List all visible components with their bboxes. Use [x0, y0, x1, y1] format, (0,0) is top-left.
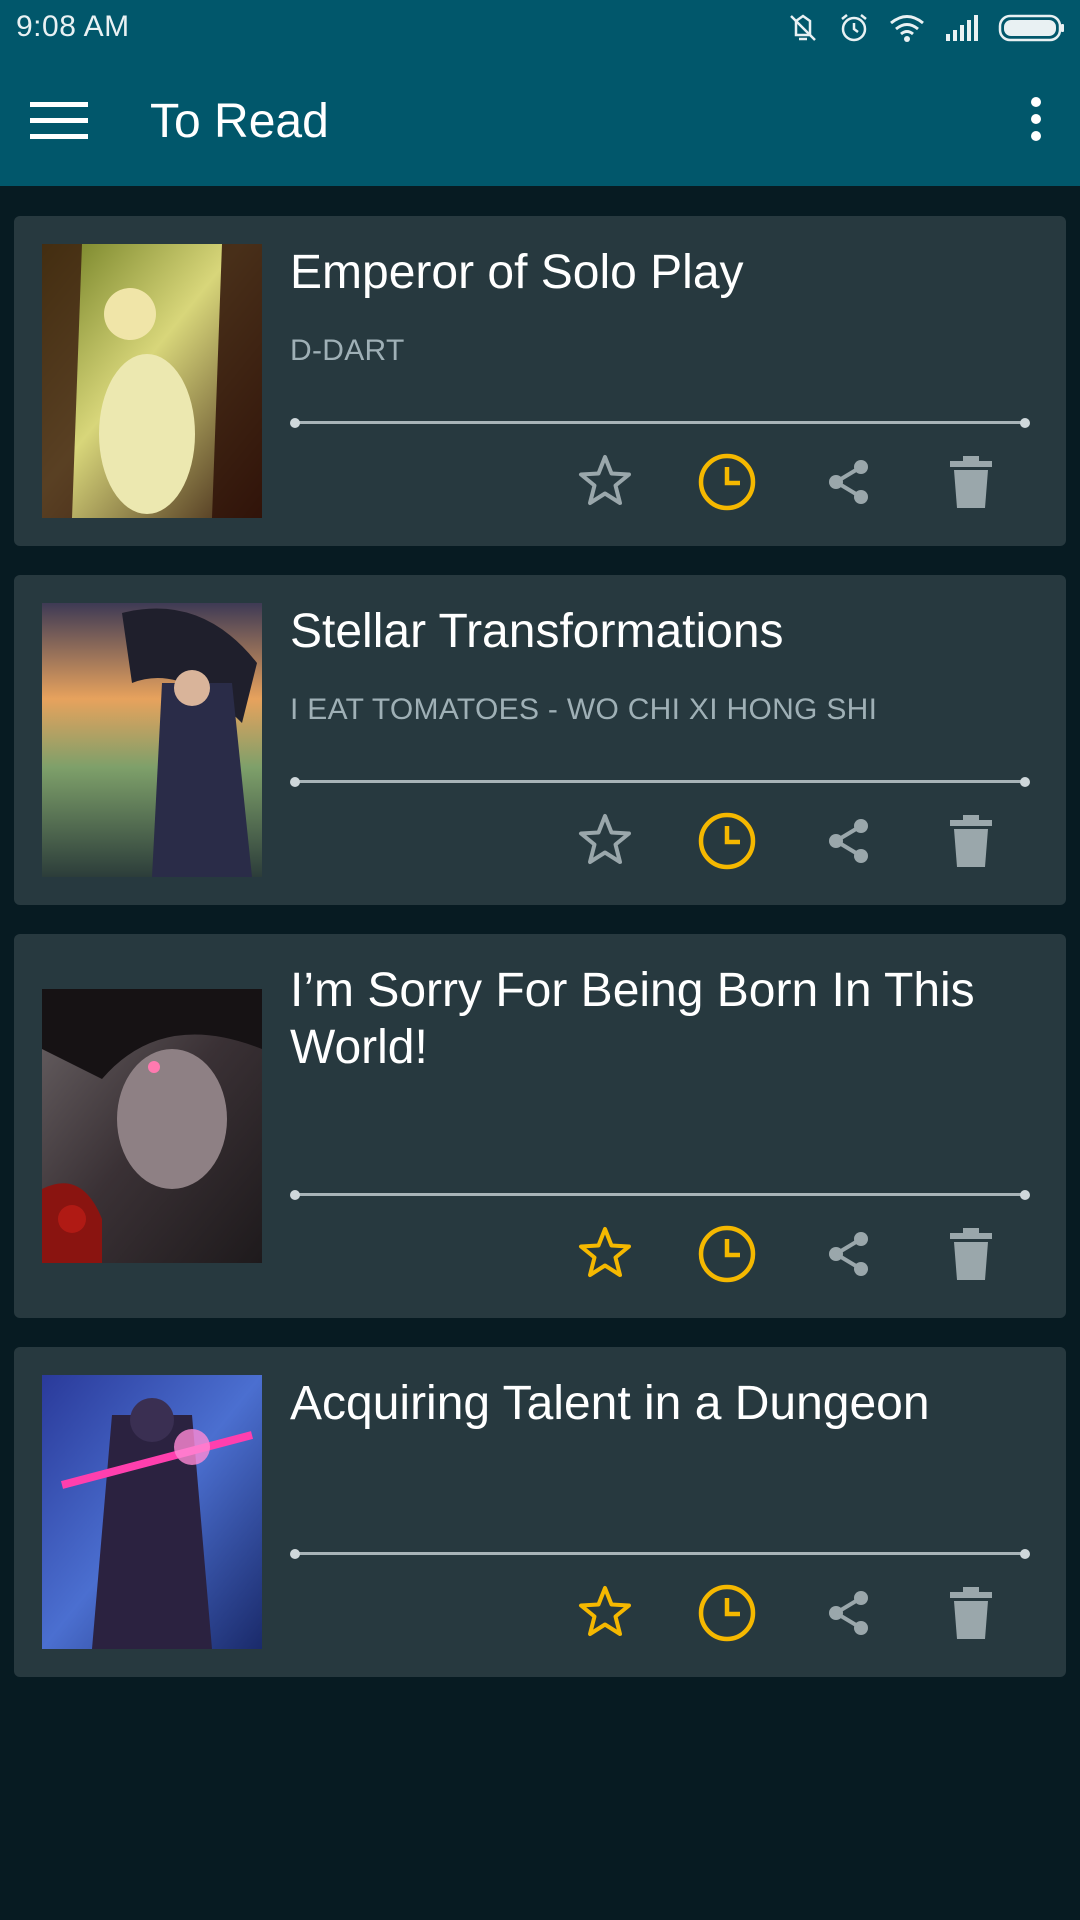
share-icon[interactable] [814, 806, 884, 876]
app-bar: To Read [0, 56, 1080, 186]
hamburger-menu-icon[interactable] [30, 96, 90, 146]
battery-icon [998, 13, 1066, 43]
book-author: I EAT TOMATOES - WO CHI XI HONG SHI [290, 693, 878, 726]
book-title[interactable]: Emperor of Solo Play [290, 244, 1026, 301]
vibrate-off-icon [786, 11, 820, 45]
share-icon[interactable] [814, 1578, 884, 1648]
book-cover-image [42, 989, 262, 1263]
star-icon[interactable] [570, 806, 640, 876]
book-card[interactable]: Acquiring Talent in a Dungeon [14, 1347, 1066, 1677]
book-cover-image [42, 603, 262, 877]
book-actions [570, 1219, 1050, 1289]
book-actions [570, 806, 1050, 876]
clock-icon[interactable] [692, 1578, 762, 1648]
book-card[interactable]: Stellar Transformations I EAT TOMATOES -… [14, 575, 1066, 905]
share-icon[interactable] [814, 447, 884, 517]
alarm-icon [838, 12, 870, 44]
reading-progress-bar [290, 775, 1030, 789]
clock-icon[interactable] [692, 1219, 762, 1289]
book-title[interactable]: Stellar Transformations [290, 603, 1026, 660]
book-cover-image [42, 244, 262, 518]
reading-progress-bar [290, 416, 1030, 430]
reading-progress-bar [290, 1188, 1030, 1202]
delete-icon[interactable] [936, 806, 1006, 876]
delete-icon[interactable] [936, 1578, 1006, 1648]
reading-progress-bar [290, 1547, 1030, 1561]
clock-icon[interactable] [692, 447, 762, 517]
book-card[interactable]: I’m Sorry For Being Born In This World! [14, 934, 1066, 1318]
star-icon[interactable] [570, 1578, 640, 1648]
more-vert-icon[interactable] [1018, 92, 1054, 152]
book-author: D-DART [290, 334, 405, 367]
delete-icon[interactable] [936, 447, 1006, 517]
share-icon[interactable] [814, 1219, 884, 1289]
book-card[interactable]: Emperor of Solo Play D-DART [14, 216, 1066, 546]
wifi-icon [888, 13, 926, 43]
status-time: 9:08 AM [16, 10, 130, 43]
book-cover-image [42, 1375, 262, 1649]
page-title: To Read [150, 95, 329, 148]
status-icons [786, 10, 1066, 46]
star-icon[interactable] [570, 447, 640, 517]
app-root: 9:08 AM To Read Emperor of Solo Play D-D… [0, 0, 1080, 1920]
book-actions [570, 1578, 1050, 1648]
book-title[interactable]: I’m Sorry For Being Born In This World! [290, 962, 1026, 1076]
book-actions [570, 447, 1050, 517]
delete-icon[interactable] [936, 1219, 1006, 1289]
book-title[interactable]: Acquiring Talent in a Dungeon [290, 1375, 1026, 1432]
status-bar: 9:08 AM [0, 0, 1080, 56]
signal-icon [944, 14, 980, 42]
clock-icon[interactable] [692, 806, 762, 876]
book-list: Emperor of Solo Play D-DART Stellar Tran… [14, 216, 1066, 1706]
star-icon[interactable] [570, 1219, 640, 1289]
